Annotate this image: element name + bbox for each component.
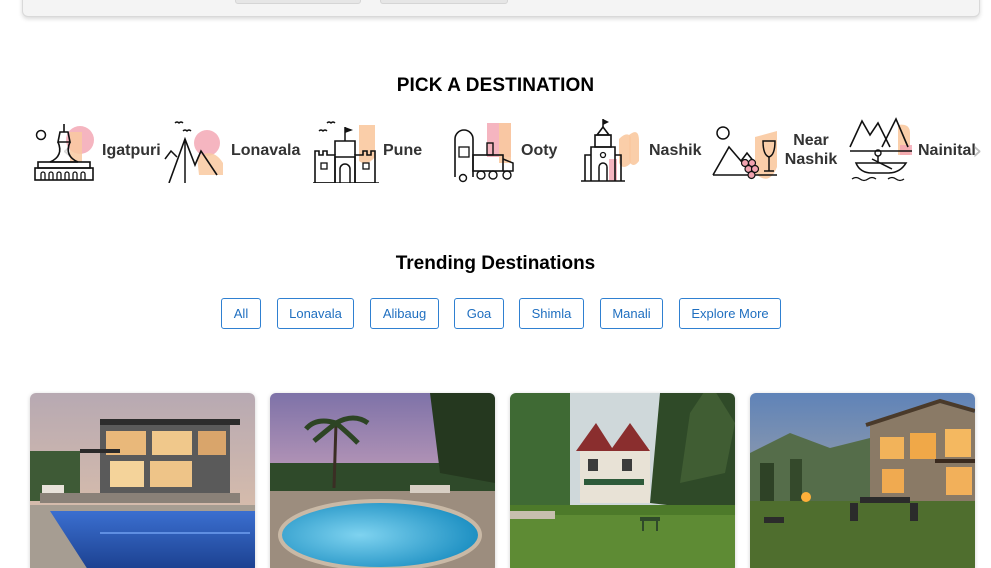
tab-all[interactable]: All: [221, 298, 261, 329]
search-field-fragment[interactable]: [380, 0, 508, 4]
destination-ooty[interactable]: Ooty: [451, 112, 557, 188]
grapes-wine-icon: [712, 126, 777, 180]
trending-title: Trending Destinations: [395, 253, 596, 274]
destination-label: Nashik: [649, 141, 702, 159]
search-field-fragment[interactable]: [235, 0, 361, 4]
tab-lonavala[interactable]: Lonavala: [277, 298, 354, 329]
tab-shimla[interactable]: Shimla: [519, 298, 584, 329]
toy-train-icon: [454, 123, 514, 183]
destination-nashik[interactable]: Nashik: [579, 112, 701, 188]
tab-manali[interactable]: Manali: [600, 298, 663, 329]
temple-icon: [581, 119, 639, 182]
destination-label: Ooty: [521, 141, 558, 159]
pagoda-icon: [34, 124, 94, 181]
destination-label: Igatpuri: [102, 141, 161, 159]
mountain-birds-icon: [164, 121, 223, 183]
property-card[interactable]: [750, 393, 975, 568]
destination-lonavala[interactable]: Lonavala: [163, 112, 300, 188]
property-card[interactable]: [510, 393, 735, 568]
property-image: [270, 393, 495, 568]
destination-pune[interactable]: Pune: [313, 112, 422, 188]
property-card[interactable]: [270, 393, 495, 568]
destination-carousel[interactable]: ‹ Igatpuri Lonavala Pune Ooty Nashik Nea…: [30, 112, 982, 192]
destination-label: Pune: [383, 141, 423, 159]
property-image: [510, 393, 735, 568]
chevron-right-icon[interactable]: ›: [972, 138, 982, 164]
destination-label: Nainital: [918, 141, 976, 159]
destination-nainital[interactable]: Nainital: [848, 112, 976, 188]
destination-near-nashik[interactable]: Near Nashik: [711, 112, 839, 188]
property-cards: [0, 393, 991, 568]
destination-label: Lonavala: [231, 141, 301, 159]
tab-explore-more[interactable]: Explore More: [679, 298, 781, 329]
trending-filter-tabs: All Lonavala Alibaug Goa Shimla Manali E…: [0, 298, 991, 329]
tab-goa[interactable]: Goa: [454, 298, 504, 329]
destination-label: Near Nashik: [784, 132, 838, 168]
boat-lake-icon: [849, 117, 912, 182]
property-image: [30, 393, 255, 568]
destination-igatpuri[interactable]: Igatpuri: [30, 112, 161, 188]
search-bar-remnant: [22, 0, 980, 17]
property-card[interactable]: [30, 393, 255, 568]
fort-icon: [313, 121, 379, 183]
property-image: [750, 393, 975, 568]
tab-alibaug[interactable]: Alibaug: [370, 298, 439, 329]
pick-destination-title: PICK A DESTINATION: [396, 75, 595, 96]
